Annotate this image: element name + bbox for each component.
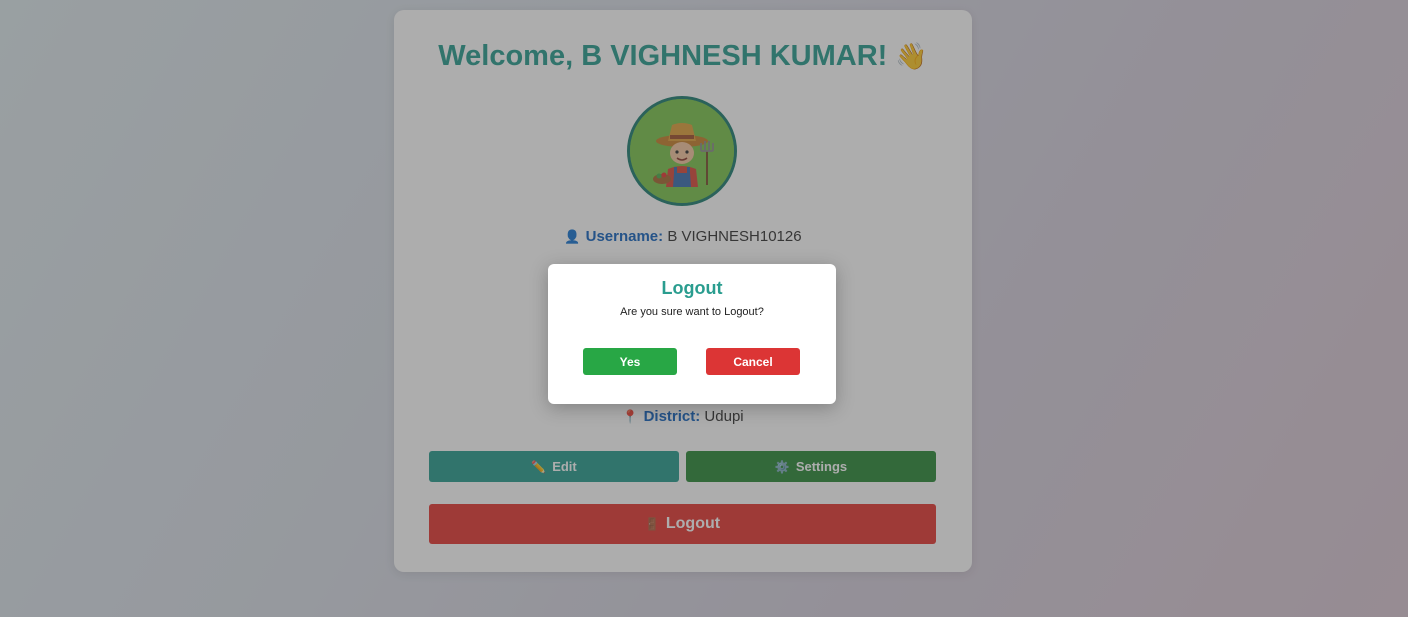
cancel-button[interactable]: Cancel xyxy=(706,348,800,375)
logout-dialog: Logout Are you sure want to Logout? Yes … xyxy=(548,264,836,404)
dialog-title: Logout xyxy=(661,278,723,298)
confirm-yes-button[interactable]: Yes xyxy=(583,348,677,375)
dialog-message: Are you sure want to Logout? xyxy=(620,306,764,318)
